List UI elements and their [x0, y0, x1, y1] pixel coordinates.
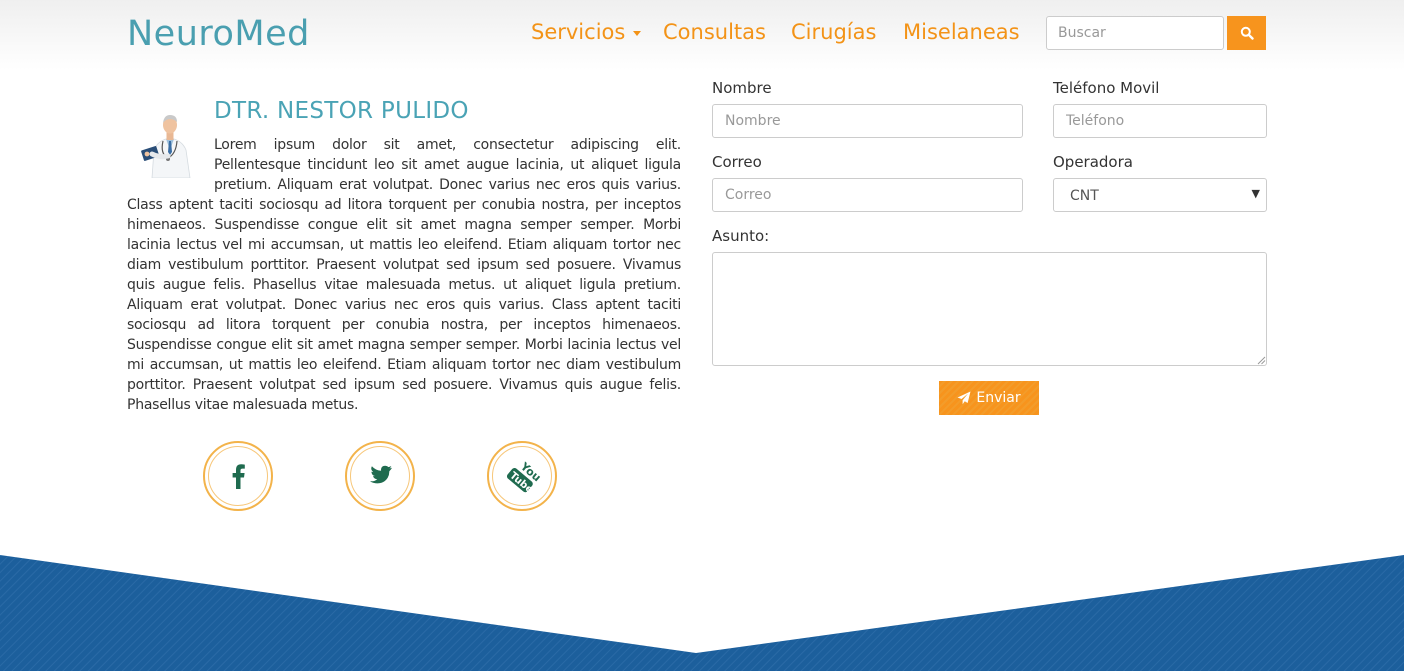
svg-text:You: You	[517, 459, 543, 484]
facebook-icon	[232, 464, 245, 489]
send-button-label: Enviar	[976, 390, 1021, 406]
facebook-button[interactable]	[203, 441, 273, 511]
operadora-label: Operadora	[1053, 153, 1133, 171]
resize-handle-icon[interactable]	[1256, 355, 1266, 365]
nombre-field[interactable]	[712, 104, 1023, 138]
telefono-field[interactable]	[1053, 104, 1267, 138]
telefono-label: Teléfono Movil	[1053, 79, 1160, 97]
youtube-icon: You Tube	[506, 459, 543, 496]
correo-field[interactable]	[712, 178, 1023, 212]
doctor-name: DTR. NESTOR PULIDO	[214, 98, 469, 124]
doctor-bio: Lorem ipsum dolor sit amet, consectetur …	[127, 137, 681, 413]
navbar: NeuroMed Servicios Consultas Cirugías Mi…	[0, 0, 1404, 70]
nav-item-miselaneas[interactable]: Miselaneas	[903, 20, 1020, 44]
operadora-select[interactable]: CNT ▼	[1053, 178, 1267, 212]
asunto-label: Asunto:	[712, 227, 770, 245]
nav-item-consultas[interactable]: Consultas	[663, 20, 766, 44]
send-button[interactable]: Enviar	[939, 381, 1039, 415]
nav-item-servicios[interactable]: Servicios	[531, 20, 642, 44]
paper-plane-icon	[957, 391, 971, 405]
search-button[interactable]	[1227, 16, 1266, 50]
correo-label: Correo	[712, 153, 762, 171]
youtube-button[interactable]: You Tube	[487, 441, 557, 511]
svg-text:Tube: Tube	[507, 470, 535, 496]
asunto-textarea[interactable]	[712, 252, 1267, 366]
nav-item-label: Servicios	[531, 20, 626, 44]
twitter-button[interactable]	[345, 441, 415, 511]
select-arrow-icon: ▼	[1251, 187, 1260, 200]
twitter-icon	[370, 465, 392, 484]
operadora-selected-value: CNT	[1070, 188, 1099, 204]
search-input[interactable]	[1046, 16, 1224, 50]
caret-down-icon	[633, 30, 642, 36]
search-icon	[1240, 26, 1254, 40]
brand-logo[interactable]: NeuroMed	[127, 14, 310, 54]
nav-item-cirugias[interactable]: Cirugías	[791, 20, 876, 44]
footer-wave	[0, 555, 1404, 671]
nombre-label: Nombre	[712, 79, 772, 97]
